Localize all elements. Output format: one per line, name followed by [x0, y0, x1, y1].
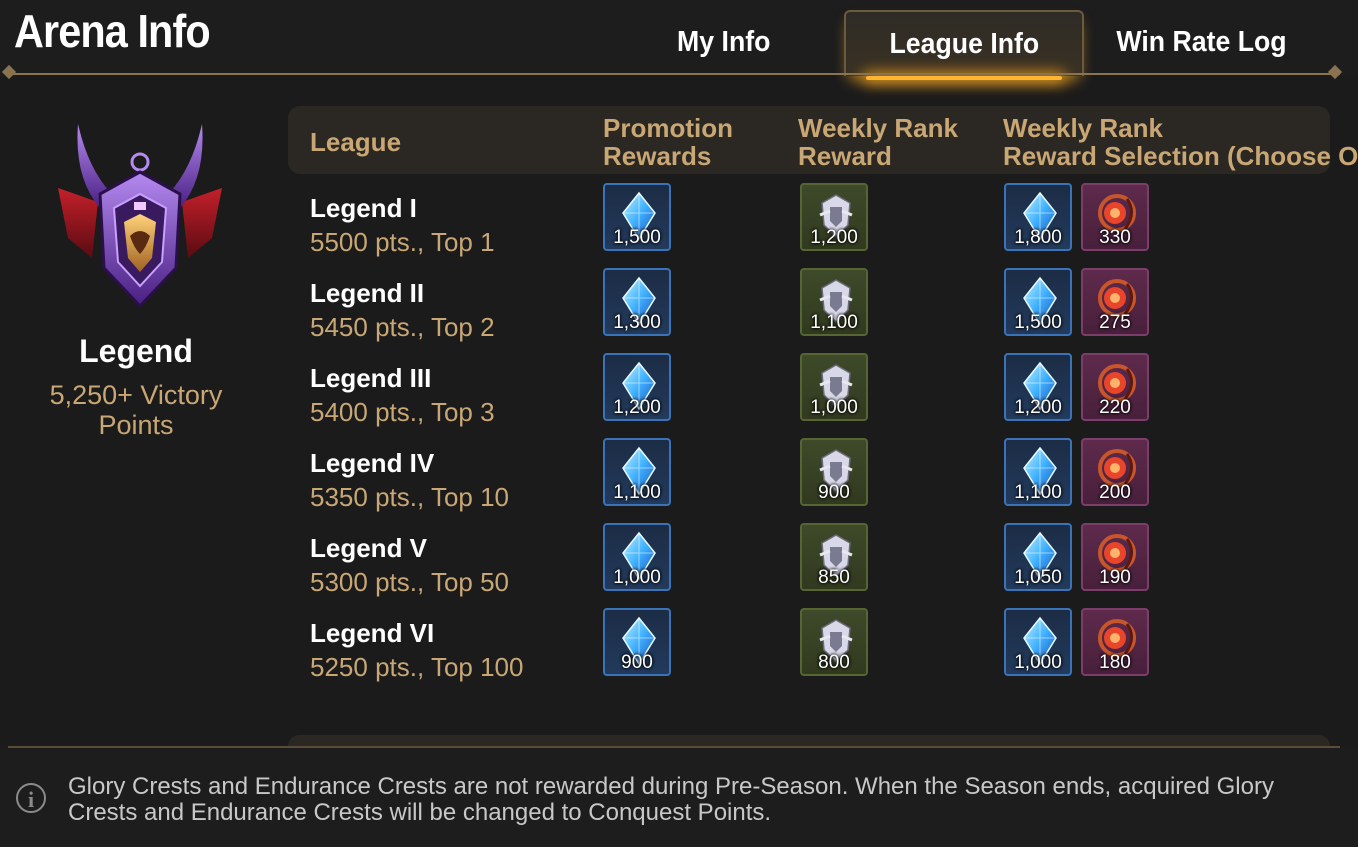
league-requirement: 5250 pts., Top 100	[310, 652, 524, 682]
league-requirement: 5300 pts., Top 50	[310, 567, 510, 597]
footnote: Glory Crests and Endurance Crests are no…	[68, 773, 1274, 826]
selection-gem-item[interactable]: 1,100	[1004, 438, 1072, 506]
table-row: Legend IV 5350 pts., Top 10 1,100 900 1,100 2…	[0, 438, 1358, 523]
selection-gem-item[interactable]: 1,800	[1004, 183, 1072, 251]
league-name: Legend IV	[310, 448, 435, 478]
selection-crest-item[interactable]: 220	[1081, 353, 1149, 421]
weekly-rank-reward-item[interactable]: 1,000	[800, 353, 868, 421]
promotion-reward-item[interactable]: 1,000	[603, 523, 671, 591]
selection-crest-item[interactable]: 275	[1081, 268, 1149, 336]
weekly-rank-reward-item[interactable]: 900	[800, 438, 868, 506]
promotion-reward-item[interactable]: 900	[603, 608, 671, 676]
selection-gem-item[interactable]: 1,500	[1004, 268, 1072, 336]
selection-crest-item[interactable]: 190	[1081, 523, 1149, 591]
selection-gem-item[interactable]: 1,050	[1004, 523, 1072, 591]
league-name: Legend V	[310, 533, 428, 563]
promotion-reward-item[interactable]: 1,500	[603, 183, 671, 251]
page-title: Arena Info	[14, 5, 211, 57]
table-row: Legend VI 5250 pts., Top 100 900 800 1,000 18…	[0, 608, 1358, 693]
selection-crest-item[interactable]: 330	[1081, 183, 1149, 251]
selection-crest-item[interactable]: 200	[1081, 438, 1149, 506]
selection-crest-item[interactable]: 180	[1081, 608, 1149, 676]
league-requirement: 5450 pts., Top 2	[310, 312, 495, 342]
tab-league-info[interactable]: League Info	[844, 10, 1084, 80]
info-icon: i	[16, 783, 46, 813]
weekly-rank-reward-item[interactable]: 1,200	[800, 183, 868, 251]
promotion-reward-item[interactable]: 1,200	[603, 353, 671, 421]
weekly-rank-reward-item[interactable]: 800	[800, 608, 868, 676]
table-row: Legend I 5500 pts., Top 1 1,500 1,200 1,800 3…	[0, 183, 1358, 268]
selection-gem-item[interactable]: 1,000	[1004, 608, 1072, 676]
weekly-rank-reward-item[interactable]: 850	[800, 523, 868, 591]
col-promotion: Promotion Rewards	[603, 113, 733, 171]
table-row: Legend V 5300 pts., Top 50 1,000 850 1,050 19…	[0, 523, 1358, 608]
tab-win-rate-log[interactable]: Win Rate Log	[1084, 10, 1320, 74]
league-requirement: 5500 pts., Top 1	[310, 227, 495, 257]
tab-my-info[interactable]: My Info	[606, 10, 842, 74]
promotion-reward-item[interactable]: 1,100	[603, 438, 671, 506]
league-name: Legend II	[310, 278, 425, 308]
promotion-reward-item[interactable]: 1,300	[603, 268, 671, 336]
league-name: Legend I	[310, 193, 417, 223]
league-name: Legend III	[310, 363, 432, 393]
league-name: Legend VI	[310, 618, 435, 648]
selection-gem-item[interactable]: 1,200	[1004, 353, 1072, 421]
col-weekly-rank: Weekly Rank Reward	[798, 113, 958, 171]
top-bar: Arena Info My Info League Info Win Rate …	[0, 0, 1358, 80]
weekly-rank-reward-item[interactable]: 1,100	[800, 268, 868, 336]
header-divider	[8, 73, 1340, 75]
table-row: Legend III 5400 pts., Top 3 1,200 1,000 1,20…	[0, 353, 1358, 438]
next-table-header	[288, 735, 1330, 746]
table-row: Legend II 5450 pts., Top 2 1,300 1,100 1,500…	[0, 268, 1358, 353]
col-reward-selection: Weekly Rank Reward Selection (Choose One)	[1003, 113, 1358, 171]
league-requirement: 5400 pts., Top 3	[310, 397, 495, 427]
league-requirement: 5350 pts., Top 10	[310, 482, 510, 512]
col-league: League	[310, 127, 402, 157]
